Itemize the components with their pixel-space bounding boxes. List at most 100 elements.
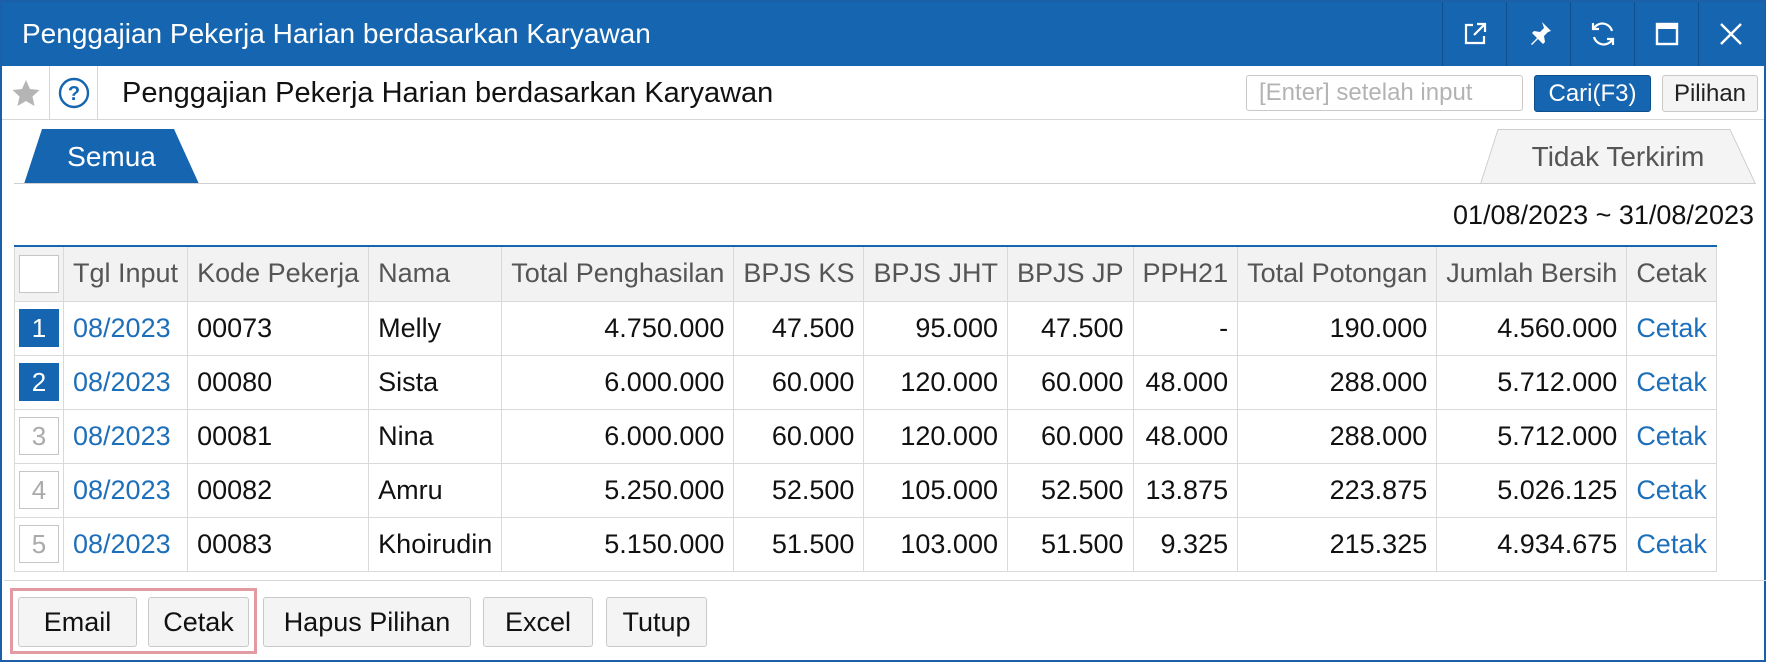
app-window: Penggajian Pekerja Harian berdasarkan Ka…: [0, 0, 1766, 662]
tab-semua-label: Semua: [67, 140, 156, 172]
cetak-link[interactable]: Cetak: [1626, 516, 1717, 572]
row-number: 5: [19, 525, 59, 563]
row-select-checkbox[interactable]: 5: [14, 516, 64, 572]
column-header[interactable]: Kode Pekerja: [187, 245, 370, 302]
pph21: 48.000: [1132, 354, 1239, 410]
nama: Sista: [368, 354, 503, 410]
toolbar: ? Penggajian Pekerja Harian berdasarkan …: [2, 66, 1764, 120]
title-bar: Penggajian Pekerja Harian berdasarkan Ka…: [2, 2, 1764, 66]
jumlah-bersih: 4.934.675: [1436, 516, 1628, 572]
search-input[interactable]: [1246, 75, 1523, 111]
total-potongan: 223.875: [1237, 462, 1438, 518]
total-potongan: 288.000: [1237, 354, 1438, 410]
column-header[interactable]: Nama: [368, 245, 503, 302]
nama: Khoirudin: [368, 516, 503, 572]
pph21: 13.875: [1132, 462, 1239, 518]
favorite-star-icon[interactable]: [2, 66, 50, 119]
hapus-pilihan-button[interactable]: Hapus Pilihan: [263, 597, 471, 647]
date-range: 01/08/2023 ~ 31/08/2023: [1452, 200, 1754, 230]
column-header[interactable]: Total Penghasilan: [501, 245, 735, 302]
excel-button[interactable]: Excel: [483, 597, 593, 647]
kode-pekerja: 00080: [187, 354, 370, 410]
cetak-button[interactable]: Cetak: [148, 597, 249, 647]
pin-icon[interactable]: [1506, 2, 1570, 66]
row-select-checkbox[interactable]: 3: [14, 408, 64, 464]
cetak-link[interactable]: Cetak: [1626, 354, 1717, 410]
pph21: -: [1132, 300, 1239, 356]
column-header[interactable]: BPJS JHT: [863, 245, 1008, 302]
nama: Melly: [368, 300, 503, 356]
select-all-checkbox[interactable]: [14, 245, 64, 302]
table-row[interactable]: 1 08/2023 00073 Melly 4.750.000 47.500 9…: [14, 300, 1717, 356]
search-button[interactable]: Cari(F3): [1534, 75, 1651, 112]
tab-tidak-terkirim-label: Tidak Terkirim: [1531, 140, 1705, 172]
tgl-input-link[interactable]: 08/2023: [62, 516, 189, 572]
row-number: 2: [19, 363, 59, 401]
bpjs-jp: 60.000: [1006, 408, 1134, 464]
tutup-button[interactable]: Tutup: [606, 597, 707, 647]
cetak-link[interactable]: Cetak: [1626, 408, 1717, 464]
column-header[interactable]: BPJS JP: [1006, 245, 1134, 302]
bpjs-jp: 47.500: [1006, 300, 1134, 356]
footer-divider: [4, 580, 1766, 581]
bpjs-jht: 105.000: [863, 462, 1008, 518]
total-penghasilan: 5.150.000: [501, 516, 735, 572]
tab-tidak-terkirim[interactable]: Tidak Terkirim: [1480, 129, 1756, 184]
nama: Nina: [368, 408, 503, 464]
total-penghasilan: 6.000.000: [501, 354, 735, 410]
column-header[interactable]: Jumlah Bersih: [1436, 245, 1628, 302]
svg-text:?: ?: [67, 83, 79, 105]
row-select-checkbox[interactable]: 1: [14, 300, 64, 356]
kode-pekerja: 00081: [187, 408, 370, 464]
column-header[interactable]: BPJS KS: [733, 245, 865, 302]
row-number: 1: [19, 309, 59, 347]
column-header[interactable]: Cetak: [1626, 245, 1717, 302]
tgl-input-link[interactable]: 08/2023: [62, 462, 189, 518]
column-header[interactable]: Total Potongan: [1237, 245, 1438, 302]
cetak-link[interactable]: Cetak: [1626, 300, 1717, 356]
bpjs-jht: 103.000: [863, 516, 1008, 572]
bpjs-ks: 51.500: [733, 516, 865, 572]
payroll-table: Tgl Input Kode Pekerja Nama Total Pengha…: [14, 245, 1717, 572]
total-potongan: 190.000: [1237, 300, 1438, 356]
row-number: 3: [19, 417, 59, 455]
table-row[interactable]: 4 08/2023 00082 Amru 5.250.000 52.500 10…: [14, 462, 1717, 518]
bpjs-jht: 120.000: [863, 408, 1008, 464]
help-icon[interactable]: ?: [50, 66, 98, 119]
bpjs-jht: 95.000: [863, 300, 1008, 356]
nama: Amru: [368, 462, 503, 518]
column-header[interactable]: Tgl Input: [62, 245, 189, 302]
row-select-checkbox[interactable]: 2: [14, 354, 64, 410]
bpjs-jp: 52.500: [1006, 462, 1134, 518]
external-link-icon[interactable]: [1442, 2, 1506, 66]
close-icon[interactable]: [1698, 2, 1762, 66]
tgl-input-link[interactable]: 08/2023: [62, 300, 189, 356]
tgl-input-link[interactable]: 08/2023: [62, 408, 189, 464]
table-row[interactable]: 3 08/2023 00081 Nina 6.000.000 60.000 12…: [14, 408, 1717, 464]
options-button[interactable]: Pilihan: [1662, 75, 1758, 112]
total-potongan: 288.000: [1237, 408, 1438, 464]
refresh-icon[interactable]: [1570, 2, 1634, 66]
column-header[interactable]: PPH21: [1132, 245, 1239, 302]
bpjs-ks: 60.000: [733, 408, 865, 464]
total-penghasilan: 4.750.000: [501, 300, 735, 356]
table-row[interactable]: 5 08/2023 00083 Khoirudin 5.150.000 51.5…: [14, 516, 1717, 572]
tab-divider: [14, 183, 1756, 184]
email-button[interactable]: Email: [18, 597, 137, 647]
kode-pekerja: 00083: [187, 516, 370, 572]
kode-pekerja: 00073: [187, 300, 370, 356]
bpjs-jp: 60.000: [1006, 354, 1134, 410]
table-row[interactable]: 2 08/2023 00080 Sista 6.000.000 60.000 1…: [14, 354, 1717, 410]
bpjs-ks: 60.000: [733, 354, 865, 410]
tab-semua[interactable]: Semua: [24, 129, 199, 184]
maximize-icon[interactable]: [1634, 2, 1698, 66]
jumlah-bersih: 5.712.000: [1436, 354, 1628, 410]
tgl-input-link[interactable]: 08/2023: [62, 354, 189, 410]
table-header-row: Tgl Input Kode Pekerja Nama Total Pengha…: [14, 245, 1717, 302]
jumlah-bersih: 5.712.000: [1436, 408, 1628, 464]
row-number: 4: [19, 471, 59, 509]
total-penghasilan: 6.000.000: [501, 408, 735, 464]
row-select-checkbox[interactable]: 4: [14, 462, 64, 518]
jumlah-bersih: 4.560.000: [1436, 300, 1628, 356]
cetak-link[interactable]: Cetak: [1626, 462, 1717, 518]
